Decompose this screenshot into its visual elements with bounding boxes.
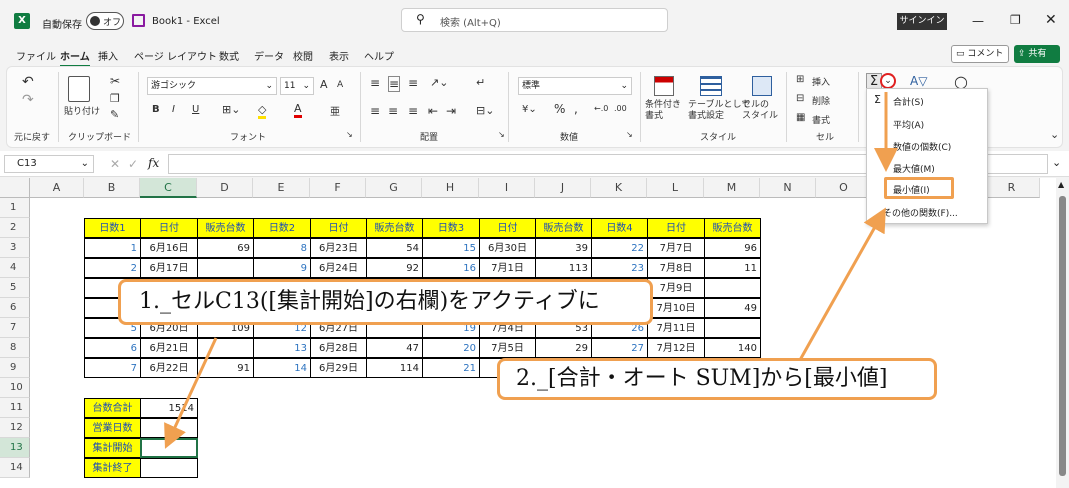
callout-step-1: 1._セルC13([集計開始]の右欄)をアクティブに (118, 279, 653, 325)
arrow-to-c13 (164, 337, 218, 449)
callout-step-2: 2._[合計・オート SUM]から[最小値] (497, 358, 937, 400)
annotation-arrows (164, 92, 898, 449)
arrow-from-callout2 (798, 207, 886, 361)
